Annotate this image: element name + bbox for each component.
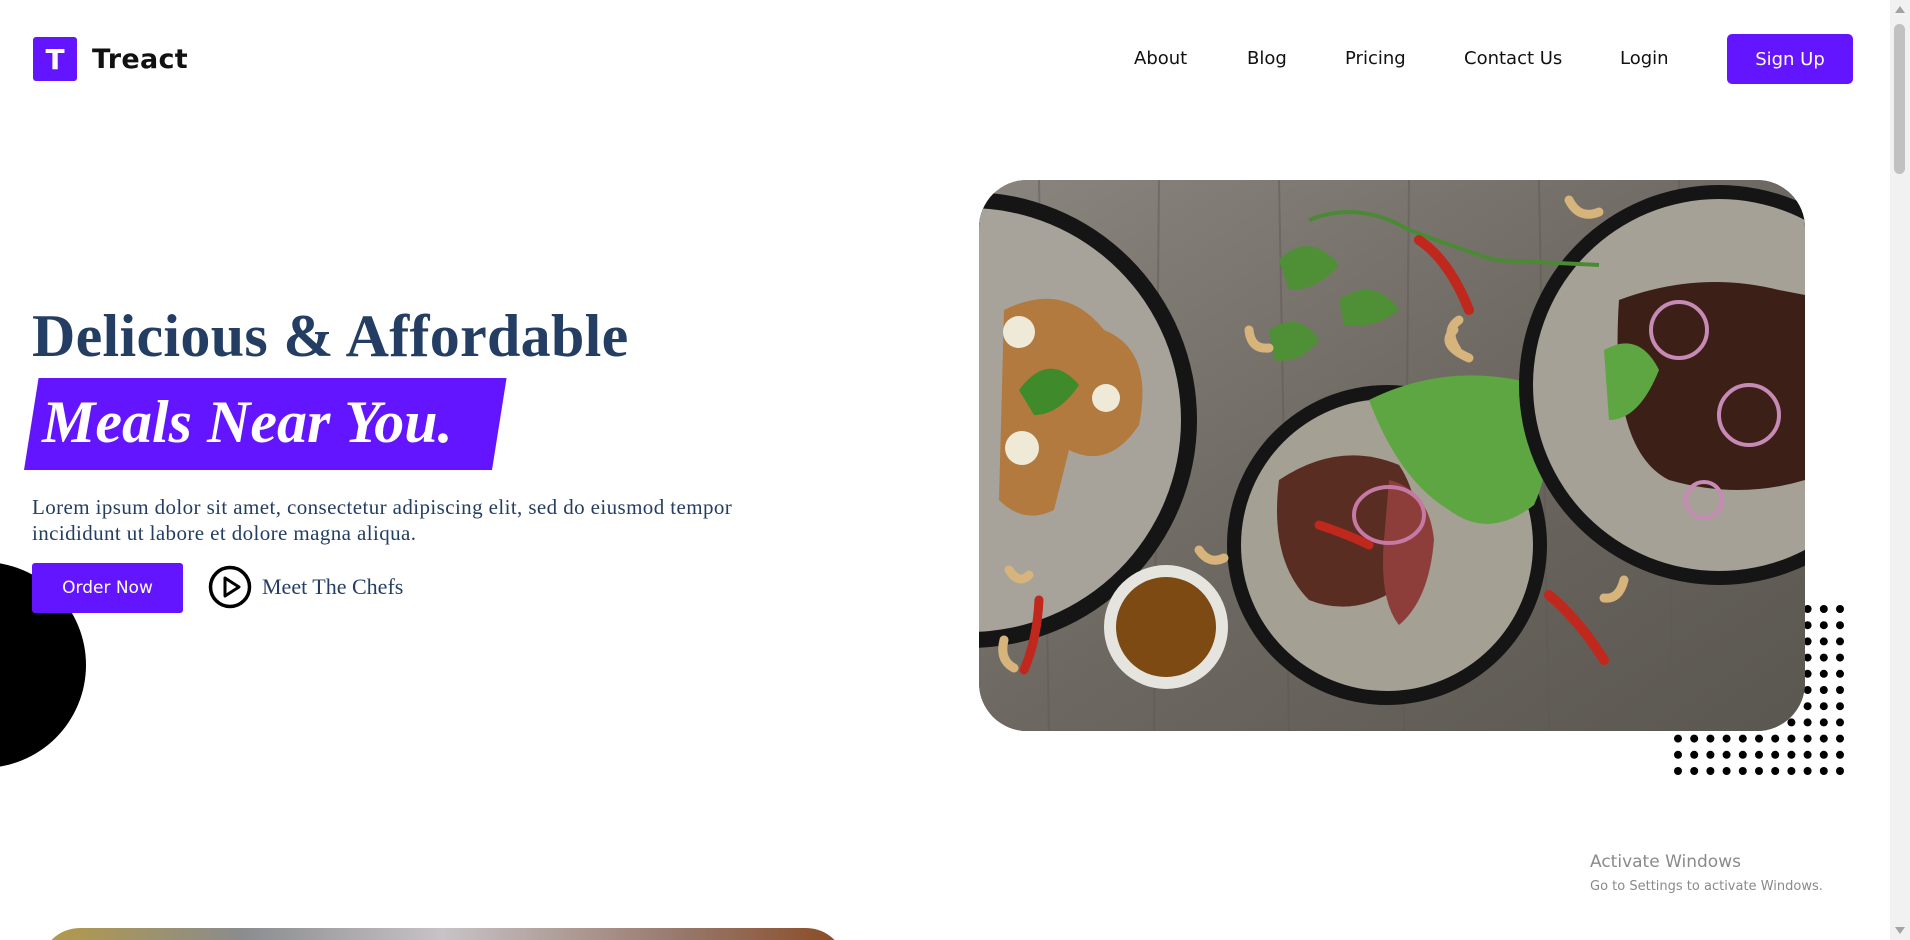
activate-windows-title: Activate Windows bbox=[1590, 852, 1741, 872]
nav-about[interactable]: About bbox=[1134, 48, 1187, 69]
next-section-image bbox=[40, 928, 846, 940]
scroll-down-arrow-icon[interactable] bbox=[1895, 927, 1905, 934]
hero-heading-highlight: Meals Near You. bbox=[42, 389, 453, 455]
logo[interactable]: T Treact bbox=[33, 37, 188, 81]
meet-the-chefs-link[interactable]: Meet The Chefs bbox=[208, 565, 403, 609]
logo-mark: T bbox=[33, 37, 77, 81]
hero-heading: Delicious & Affordable bbox=[32, 303, 629, 369]
nav-contact-us[interactable]: Contact Us bbox=[1464, 48, 1562, 69]
sign-up-button[interactable]: Sign Up bbox=[1727, 34, 1853, 84]
activate-windows-subtitle: Go to Settings to activate Windows. bbox=[1590, 879, 1823, 894]
scrollbar-thumb[interactable] bbox=[1894, 24, 1905, 174]
nav-login[interactable]: Login bbox=[1620, 48, 1669, 69]
meet-the-chefs-label: Meet The Chefs bbox=[262, 574, 404, 599]
scroll-up-arrow-icon[interactable] bbox=[1895, 6, 1905, 13]
landing-page: T Treact About Blog Pricing Contact Us L… bbox=[0, 0, 1890, 940]
nav-blog[interactable]: Blog bbox=[1247, 48, 1287, 69]
logo-text: Treact bbox=[92, 43, 189, 75]
vertical-scrollbar[interactable] bbox=[1890, 0, 1910, 940]
hero-food-image bbox=[979, 180, 1805, 731]
play-circle-icon bbox=[208, 565, 252, 609]
order-now-button[interactable]: Order Now bbox=[32, 563, 183, 613]
hero-description: Lorem ipsum dolor sit amet, consectetur … bbox=[32, 495, 733, 545]
nav-pricing[interactable]: Pricing bbox=[1345, 48, 1406, 69]
